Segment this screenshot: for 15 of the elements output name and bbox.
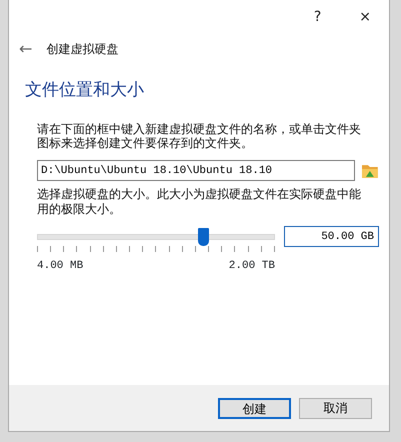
size-instruction-text: 选择虚拟硬盘的大小。此大小为虚拟硬盘文件在实际硬盘中能用的极限大小。 (37, 187, 362, 216)
size-field[interactable]: 50.00 GB (284, 226, 379, 248)
instruction-text: 请在下面的框中键入新建虚拟硬盘文件的名称，或单击文件夹图标来选择创建文件要保存到的文件夹。 (37, 122, 362, 150)
wizard-title: 创建虚拟硬盘 (46, 41, 118, 58)
file-path-field[interactable]: D:\Ubuntu\Ubuntu 18.10\Ubuntu 18.10 (37, 160, 356, 182)
slider-thumb[interactable] (198, 228, 210, 246)
dialog-button[interactable]: 创建 (218, 398, 291, 418)
max-size-label: 2.00 TB (228, 259, 275, 274)
folder-icon[interactable] (361, 162, 379, 180)
min-size-label: 4.00 MB (37, 259, 84, 274)
close-button[interactable]: × (355, 10, 375, 24)
dialog-button[interactable]: 取消 (299, 398, 372, 418)
back-button[interactable]: ← (19, 41, 32, 57)
page-heading: 文件位置和大小 (25, 79, 145, 102)
help-button[interactable]: ? (310, 10, 326, 24)
